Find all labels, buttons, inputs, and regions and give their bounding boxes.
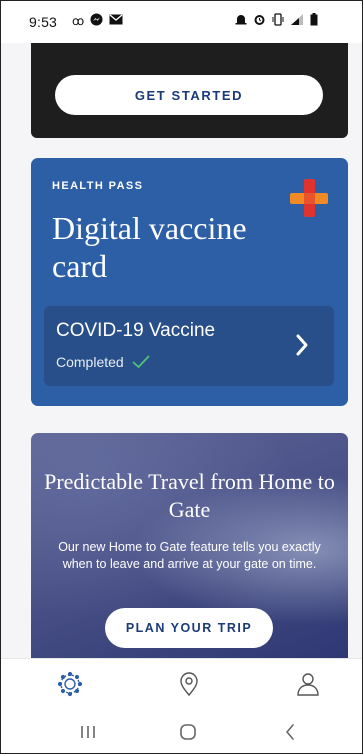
alarm-clock-icon	[253, 13, 266, 29]
health-pass-title: Digital vaccine card	[52, 210, 247, 284]
covid-vaccine-row[interactable]: COVID-19 Vaccine Completed	[44, 306, 334, 386]
system-icons	[235, 13, 318, 29]
home-to-gate-promo-card: Predictable Travel from Home to Gate Our…	[31, 433, 348, 658]
tab-profile[interactable]	[293, 669, 323, 699]
promo-body: Our new Home to Gate feature tells you e…	[58, 540, 321, 571]
check-icon	[132, 355, 150, 368]
vaccine-name: COVID-19 Vaccine	[56, 320, 216, 341]
vibrate-icon	[272, 13, 284, 29]
email-icon	[109, 14, 123, 28]
vaccine-status-text: Completed	[56, 354, 124, 370]
phone-screen: 9:53 ꝏ GET STARTED HEALTH PASS Digital v…	[0, 0, 363, 754]
get-started-button[interactable]: GET STARTED	[55, 75, 323, 115]
recents-icon	[81, 726, 95, 738]
location-pin-icon	[180, 672, 198, 697]
health-pass-label: HEALTH PASS	[52, 180, 144, 192]
recents-button[interactable]	[73, 720, 103, 744]
alarm-icon	[235, 13, 247, 29]
signal-icon	[290, 13, 304, 29]
back-button[interactable]	[275, 720, 305, 744]
promo-title: Predictable Travel from Home to Gate	[44, 469, 335, 522]
tab-location[interactable]	[174, 669, 204, 699]
voicemail-icon: ꝏ	[72, 14, 85, 28]
get-started-card: GET STARTED	[31, 43, 348, 138]
health-plus-icon	[290, 179, 328, 217]
messenger-icon	[90, 13, 103, 29]
plan-your-trip-button[interactable]: PLAN YOUR TRIP	[105, 608, 273, 648]
health-pass-card[interactable]: HEALTH PASS Digital vaccine card COVID-1…	[31, 158, 348, 406]
status-bar: 9:53 ꝏ	[1, 1, 362, 43]
home-circle-icon	[180, 724, 196, 740]
tab-home[interactable]	[55, 669, 85, 699]
home-system-button[interactable]	[173, 720, 203, 744]
system-navigation-bar	[1, 710, 362, 753]
chevron-right-icon[interactable]	[294, 333, 310, 357]
battery-icon	[310, 13, 318, 29]
profile-icon	[297, 673, 319, 696]
notification-icons: ꝏ	[72, 13, 123, 29]
status-time: 9:53	[29, 14, 58, 30]
back-icon	[286, 724, 294, 740]
bottom-tab-bar	[1, 658, 362, 711]
home-icon	[57, 671, 83, 697]
vaccine-status: Completed	[56, 354, 150, 370]
